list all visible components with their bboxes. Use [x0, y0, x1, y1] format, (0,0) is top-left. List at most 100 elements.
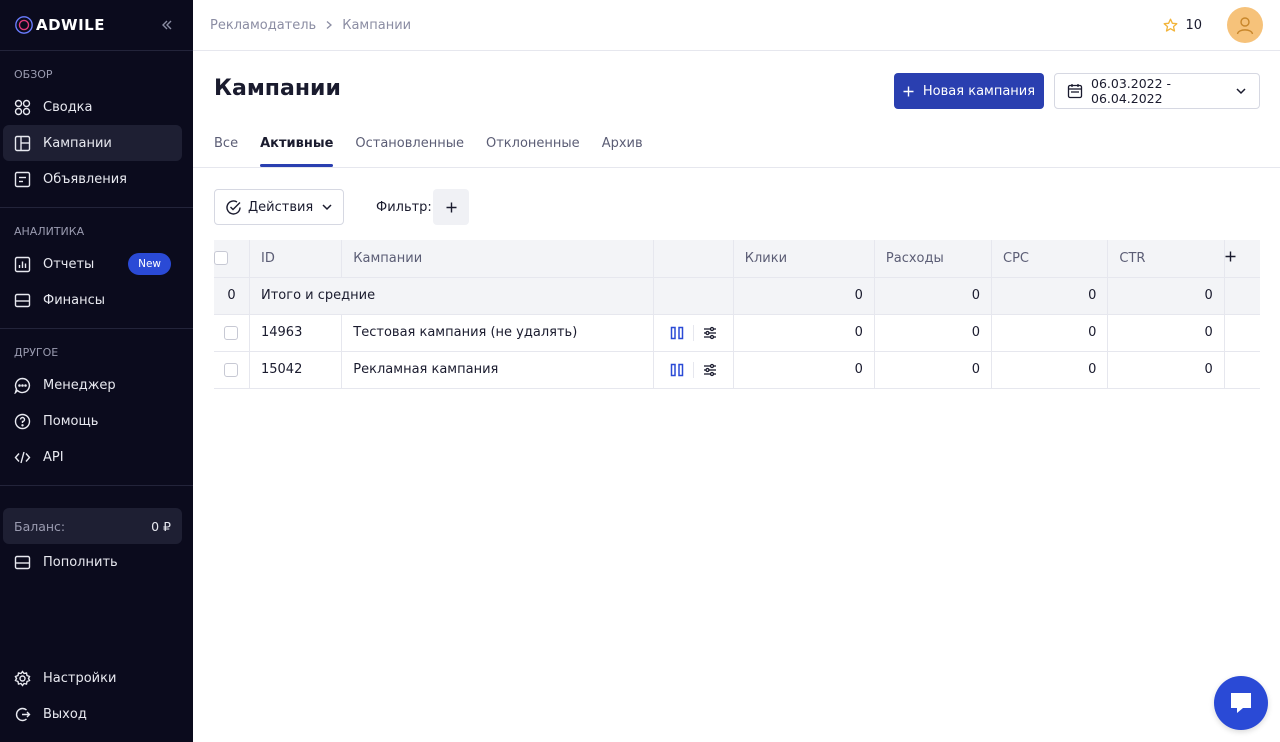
settings-button[interactable]: [698, 358, 722, 382]
sidebar-section-analytics: Аналитика Отчеты New Финансы: [0, 208, 193, 329]
support-chat-button[interactable]: [1214, 676, 1268, 730]
row-checkbox[interactable]: [224, 362, 239, 377]
header-id[interactable]: ID: [249, 240, 343, 278]
breadcrumb-item[interactable]: Кампании: [342, 18, 411, 33]
sidebar-item-reports[interactable]: Отчеты New: [3, 246, 182, 282]
row-id: 15042: [249, 351, 343, 389]
header-name[interactable]: Кампании: [341, 240, 654, 278]
row-clicks: 0: [733, 314, 875, 352]
tab-rejected[interactable]: Отклоненные: [486, 127, 580, 167]
wallet-icon: [14, 554, 31, 571]
pause-icon: [670, 363, 683, 376]
header-ctr[interactable]: CTR: [1107, 240, 1225, 278]
logo[interactable]: ADWILE: [14, 15, 105, 35]
row-ctr: 0: [1107, 351, 1225, 389]
code-icon: [14, 449, 31, 466]
star-icon: [1164, 18, 1178, 32]
wallet-icon: [14, 292, 31, 309]
topbar: Рекламодатель Кампании 10: [193, 0, 1280, 51]
pause-button[interactable]: [665, 321, 689, 345]
row-name[interactable]: Тестовая кампания (не удалять): [341, 314, 654, 352]
actions-label: Действия: [248, 199, 314, 215]
tab-all[interactable]: Все: [214, 127, 238, 167]
plus-icon: [446, 202, 456, 212]
sidebar-item-label: Выход: [43, 706, 87, 722]
row-tools: [653, 314, 734, 352]
pause-icon: [670, 326, 683, 339]
gear-icon: [14, 669, 31, 687]
tool-divider: [692, 324, 694, 341]
table-row: 14963 Тестовая кампания (не удалять) 0 0: [214, 314, 1260, 352]
settings-button[interactable]: [698, 321, 722, 345]
sidebar-item-ads[interactable]: Объявления: [3, 161, 182, 197]
report-icon: [14, 256, 31, 273]
tab-archive[interactable]: Архив: [602, 127, 643, 167]
breadcrumb: Рекламодатель Кампании: [210, 18, 1163, 33]
collapse-sidebar-button[interactable]: [155, 13, 179, 37]
select-all-checkbox[interactable]: [214, 251, 228, 266]
sidebar-item-label: Объявления: [43, 171, 127, 187]
tab-stopped[interactable]: Остановленные: [355, 127, 464, 167]
new-campaign-button[interactable]: Новая кампания: [894, 73, 1044, 109]
totals-ctr: 0: [1107, 277, 1225, 315]
totals-expenses: 0: [874, 277, 993, 315]
table-row: 15042 Рекламная кампания 0 0 0 0: [214, 351, 1260, 389]
sidebar-item-finance[interactable]: Финансы: [3, 282, 182, 318]
sidebar-item-help[interactable]: Помощь: [3, 403, 182, 439]
plus-icon: [903, 86, 914, 96]
date-range-picker[interactable]: 06.03.2022 - 06.04.2022: [1054, 73, 1260, 109]
page-title: Кампании: [214, 76, 341, 101]
sidebar-item-label: Помощь: [43, 413, 99, 429]
chevron-down-icon: [322, 204, 332, 211]
logo-row: ADWILE: [0, 0, 193, 51]
pause-button[interactable]: [665, 358, 689, 382]
help-icon: [14, 413, 31, 430]
favorites-count: 10: [1185, 17, 1202, 33]
row-extra: [1224, 351, 1260, 389]
row-checkbox[interactable]: [224, 325, 239, 340]
chevron-down-icon: [1236, 88, 1246, 95]
calendar-icon: [1067, 84, 1083, 99]
row-name[interactable]: Рекламная кампания: [341, 351, 654, 389]
sidebar-item-topup[interactable]: Пополнить: [3, 544, 182, 580]
actions-dropdown[interactable]: Действия: [214, 189, 344, 225]
tab-active[interactable]: Активные: [260, 127, 334, 167]
breadcrumb-item[interactable]: Рекламодатель: [210, 18, 316, 33]
grid-icon: [14, 99, 31, 116]
select-all-cell: [214, 240, 250, 278]
avatar[interactable]: [1227, 7, 1263, 43]
add-filter-button[interactable]: [433, 189, 469, 225]
favorites[interactable]: 10: [1163, 18, 1202, 33]
section-title: Другое: [14, 346, 59, 359]
header-cpc[interactable]: CPC: [991, 240, 1109, 278]
row-ctr: 0: [1107, 314, 1225, 352]
totals-tools: [653, 277, 734, 315]
section-title: Аналитика: [14, 225, 85, 238]
row-id: 14963: [249, 314, 343, 352]
row-tools: [653, 351, 734, 389]
date-range-value: 06.03.2022 - 06.04.2022: [1091, 76, 1172, 106]
sidebar-item-settings[interactable]: Настройки: [3, 660, 182, 696]
sidebar-bottom: Настройки Выход: [0, 660, 193, 732]
chevron-right-icon: [326, 21, 333, 29]
sidebar-item-label: Финансы: [43, 292, 106, 308]
add-column-cell[interactable]: [1224, 240, 1260, 278]
sidebar-item-logout[interactable]: Выход: [3, 696, 182, 732]
sidebar-section-other: Другое Менеджер Помощь API: [0, 329, 193, 486]
main-content: Кампании Новая кампания 06.03.2022 - 06.…: [193, 51, 1280, 742]
logo-text: ADWILE: [36, 16, 105, 34]
row-extra: [1224, 314, 1260, 352]
sidebar-item-manager[interactable]: Менеджер: [3, 367, 182, 403]
totals-clicks: 0: [733, 277, 875, 315]
sidebar-item-api[interactable]: API: [3, 439, 182, 475]
balance-value: 0 ₽: [151, 518, 171, 534]
sidebar-item-summary[interactable]: Сводка: [3, 89, 182, 125]
header-expenses[interactable]: Расходы: [874, 240, 993, 278]
double-chevron-left-icon: [162, 20, 172, 30]
balance-label: Баланс:: [14, 518, 66, 534]
chat-bubble-icon: [14, 377, 31, 394]
header-clicks[interactable]: Клики: [733, 240, 875, 278]
sidebar-item-campaigns[interactable]: Кампании: [3, 125, 182, 161]
row-expenses: 0: [874, 351, 993, 389]
totals-row: 0 Итого и средние 0 0 0 0: [214, 277, 1260, 315]
